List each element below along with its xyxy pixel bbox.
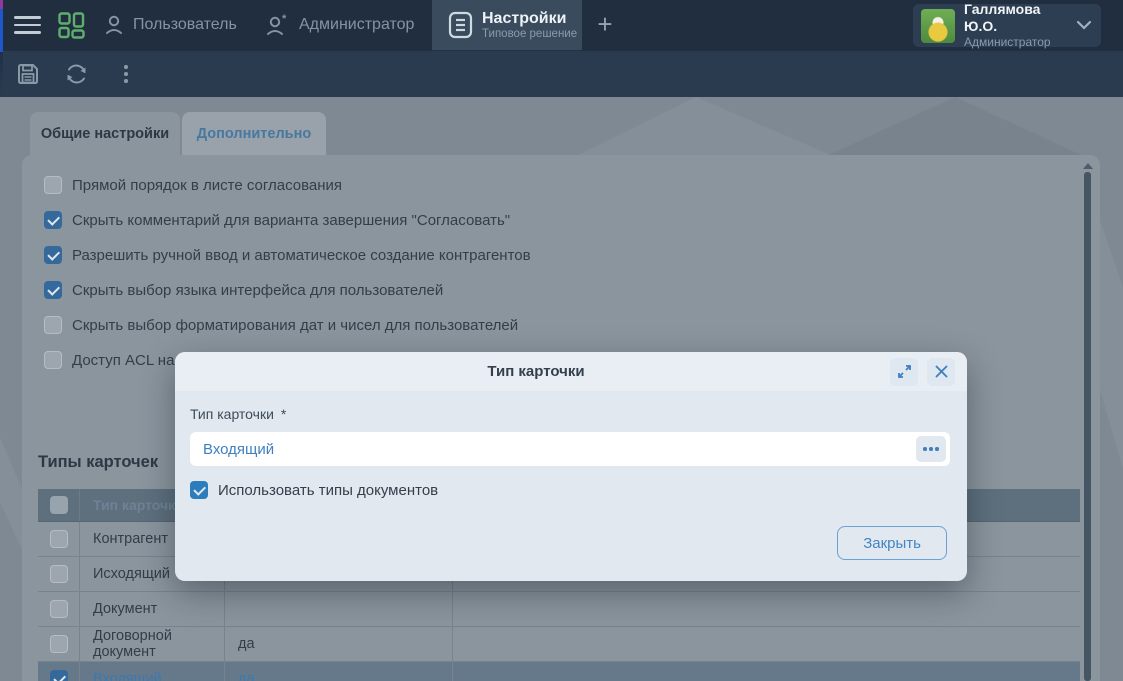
tab-user-label: Пользователь [133, 16, 237, 34]
setting-row: Скрыть выбор форматирования дат и чисел … [44, 316, 518, 334]
tab-settings-sublabel: Типовое решение [482, 28, 577, 41]
admin-user-icon: * [266, 14, 290, 36]
row-checkbox[interactable] [50, 600, 68, 618]
required-mark: * [281, 406, 286, 422]
close-icon[interactable] [927, 358, 955, 386]
select-all-checkbox[interactable] [50, 496, 68, 514]
card-type-dialog: Тип карточки Тип карточки * [175, 352, 967, 581]
row-checkbox[interactable] [50, 530, 68, 548]
dashboard-grid-icon[interactable] [58, 12, 85, 39]
checkbox[interactable] [44, 351, 62, 369]
setting-row: Доступ ACL на [44, 351, 174, 369]
setting-row: Прямой порядок в листе согласования [44, 176, 342, 194]
table-row-selected[interactable]: Входящий да [38, 662, 1080, 681]
scrollbar-thumb[interactable] [1084, 172, 1091, 681]
card-type-input[interactable] [190, 432, 950, 466]
scrollbar-up-arrow[interactable] [1083, 163, 1093, 169]
field-label: Тип карточки [190, 406, 274, 422]
user-menu[interactable]: Галлямова Ю.О. Администратор [913, 4, 1101, 47]
setting-row: Разрешить ручной ввод и автоматическое с… [44, 246, 531, 264]
save-icon[interactable] [15, 61, 41, 87]
background-facet [820, 97, 1120, 159]
checkbox[interactable] [44, 176, 62, 194]
refresh-icon[interactable] [63, 61, 89, 87]
background-facet [1096, 157, 1123, 677]
checkbox[interactable] [44, 281, 62, 299]
background-facet [480, 97, 840, 159]
svg-text:*: * [282, 14, 287, 25]
tab-settings-label: Настройки [482, 9, 577, 28]
chevron-down-icon [1077, 21, 1091, 30]
table-row[interactable]: Договорной документ да [38, 627, 1080, 662]
app-window: Пользователь * Администратор [0, 0, 1123, 681]
more-actions-icon[interactable] [113, 61, 139, 87]
row-checkbox[interactable] [50, 670, 68, 681]
row-checkbox[interactable] [50, 565, 68, 583]
tab-additional[interactable]: Дополнительно [182, 112, 326, 155]
tab-general-settings[interactable]: Общие настройки [30, 112, 180, 155]
setting-row: Скрыть комментарий для варианта завершен… [44, 211, 510, 229]
dialog-header: Тип карточки [175, 352, 967, 391]
tab-settings[interactable]: Настройки Типовое решение [432, 0, 582, 50]
dialog-title: Тип карточки [191, 363, 881, 380]
picker-ellipsis-icon[interactable] [916, 436, 946, 462]
avatar [921, 9, 955, 43]
dialog-body: Тип карточки * Использовать типы документ… [175, 391, 967, 560]
left-accent-stripe [0, 0, 3, 97]
settings-document-icon [448, 11, 473, 39]
row-checkbox[interactable] [50, 635, 68, 653]
checkbox[interactable] [44, 211, 62, 229]
setting-row: Скрыть выбор языка интерфейса для пользо… [44, 281, 443, 299]
checkbox[interactable] [44, 246, 62, 264]
checkbox-label: Использовать типы документов [218, 482, 438, 499]
checkbox[interactable] [190, 481, 208, 499]
use-doc-types-row: Использовать типы документов [190, 481, 947, 499]
table-row[interactable]: Документ [38, 592, 1080, 627]
expand-icon[interactable] [890, 358, 918, 386]
action-toolbar [0, 50, 1123, 97]
top-header: Пользователь * Администратор [0, 0, 1123, 50]
user-icon [104, 14, 124, 36]
tab-administrator[interactable]: * Администратор [266, 0, 414, 50]
checkbox[interactable] [44, 316, 62, 334]
hamburger-menu-icon[interactable] [14, 16, 41, 34]
user-role: Администратор [964, 35, 1077, 50]
new-tab-button[interactable]: + [591, 11, 619, 39]
close-button[interactable]: Закрыть [837, 526, 947, 560]
tab-user[interactable]: Пользователь [104, 0, 237, 50]
user-name: Галлямова Ю.О. [964, 1, 1077, 35]
tab-administrator-label: Администратор [299, 16, 414, 34]
section-title: Типы карточек [38, 453, 158, 472]
